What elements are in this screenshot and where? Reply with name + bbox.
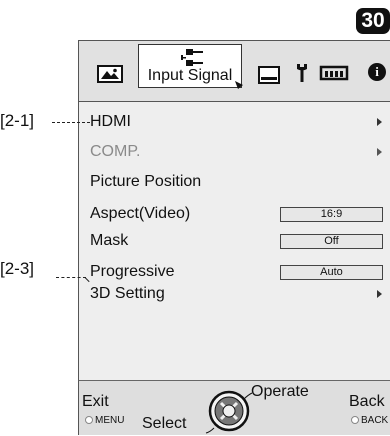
network-icon[interactable] bbox=[319, 63, 349, 83]
submenu-arrow-icon bbox=[377, 118, 382, 126]
tab-input-signal-label: Input Signal bbox=[147, 67, 233, 84]
menu-item-3d-setting[interactable]: 3D Setting bbox=[90, 283, 382, 305]
tab-input-signal[interactable]: Input Signal bbox=[138, 44, 243, 89]
submenu-arrow-icon bbox=[377, 290, 382, 298]
menu-item-mask[interactable]: Mask Off bbox=[90, 230, 383, 252]
menu-item-label: Aspect(Video) bbox=[90, 205, 191, 222]
back-key-hint: BACK bbox=[351, 415, 388, 426]
menu-key-label: MENU bbox=[95, 415, 125, 426]
aspect-video-value[interactable]: 16:9 bbox=[280, 207, 383, 222]
exit-label: Exit bbox=[82, 393, 109, 410]
back-button-icon bbox=[351, 416, 359, 424]
menu-item-picture-position[interactable]: Picture Position bbox=[90, 171, 382, 193]
menu-tab-bar: Input Signal i bbox=[79, 41, 390, 102]
back-label: Back bbox=[349, 393, 385, 410]
menu-item-label: COMP. bbox=[90, 143, 141, 160]
info-icon[interactable]: i bbox=[368, 63, 386, 81]
menu-item-hdmi[interactable]: HDMI bbox=[90, 111, 382, 133]
callout-leader-line bbox=[56, 277, 86, 278]
dpad-icon bbox=[205, 390, 253, 434]
menu-item-label: 3D Setting bbox=[90, 285, 165, 302]
picture-adjust-icon[interactable] bbox=[97, 65, 123, 83]
page-number-badge: 30 bbox=[356, 8, 390, 34]
menu-item-progressive[interactable]: Progressive Auto bbox=[90, 261, 383, 283]
menu-item-label: HDMI bbox=[90, 113, 131, 130]
progressive-value[interactable]: Auto bbox=[280, 265, 383, 280]
menu-button-icon bbox=[85, 416, 93, 424]
mask-value[interactable]: Off bbox=[280, 234, 383, 249]
callout-2-3: [2-3] bbox=[0, 259, 35, 278]
operate-label: Operate bbox=[251, 383, 309, 400]
callout-2-1: [2-1] bbox=[0, 111, 35, 130]
display-icon[interactable] bbox=[258, 66, 280, 84]
select-label: Select bbox=[142, 415, 187, 432]
menu-item-comp: COMP. bbox=[90, 141, 382, 163]
menu-item-label: Progressive bbox=[90, 263, 175, 280]
back-key-label: BACK bbox=[361, 415, 389, 426]
menu-item-label: Mask bbox=[90, 232, 129, 249]
menu-key-hint: MENU bbox=[85, 415, 124, 426]
callout-leader-line bbox=[52, 122, 90, 123]
menu-item-label: Picture Position bbox=[90, 173, 202, 190]
submenu-arrow-icon bbox=[377, 148, 382, 156]
control-guide-footer: Exit MENU Select Operate Back BACK bbox=[78, 380, 390, 435]
menu-item-aspect-video[interactable]: Aspect(Video) 16:9 bbox=[90, 203, 383, 225]
tab-selected-pointer-icon bbox=[235, 81, 243, 89]
setup-wrench-icon[interactable] bbox=[295, 63, 309, 83]
